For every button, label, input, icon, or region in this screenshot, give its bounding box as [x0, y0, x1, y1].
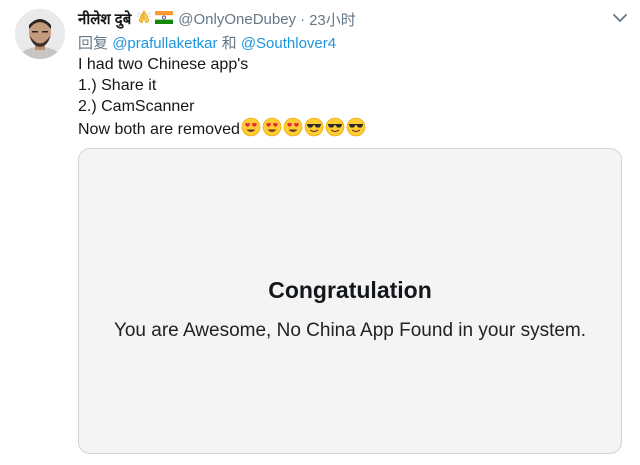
tweet-line: Now both are removed [78, 121, 240, 138]
tweet-text: I had two Chinese app's 1.) Share it 2.)… [78, 54, 366, 143]
reply-context: 回复 @prafullaketkar 和 @Southlover4 [78, 32, 336, 53]
chevron-down-icon [613, 10, 627, 28]
reply-conjunction: 和 [221, 35, 237, 52]
reply-mention-prafullaketkar[interactable]: @prafullaketkar [112, 35, 217, 52]
tweet-line: I had two Chinese app's [78, 56, 249, 73]
heart-eyes-emoji-icon [241, 117, 261, 143]
reply-mention-southlover4[interactable]: @Southlover4 [241, 35, 336, 52]
tweet-header: नीलेश दुबे @OnlyOneDubey · 23小时 [78, 9, 356, 29]
sunglasses-emoji-icon [346, 117, 366, 143]
more-options-button[interactable] [612, 11, 628, 27]
tweet-line-last: Now both are removed [78, 117, 366, 143]
india-flag-icon [155, 10, 174, 28]
card-subtitle: You are Awesome, No China App Found in y… [113, 320, 587, 341]
avatar[interactable] [15, 9, 65, 59]
tweet-timestamp[interactable]: 23小时 [309, 9, 356, 30]
header-separator: · [300, 10, 306, 28]
sunglasses-emoji-icon [304, 117, 324, 143]
card-title: Congratulation [268, 277, 432, 303]
heart-eyes-emoji-icon [262, 117, 282, 143]
author-handle[interactable]: @OnlyOneDubey [178, 11, 296, 28]
heart-eyes-emoji-icon [283, 117, 303, 143]
author-name[interactable]: नीलेश दुबे [78, 9, 131, 29]
reply-prefix: 回复 [78, 35, 109, 52]
folded-hands-icon [136, 9, 152, 29]
sunglasses-emoji-icon [325, 117, 345, 143]
author-flair [136, 9, 174, 29]
tweet-line: 1.) Share it [78, 77, 157, 94]
tweet-line: 2.) CamScanner [78, 98, 195, 115]
emoji-row [241, 117, 366, 143]
attached-image-card[interactable]: Congratulation You are Awesome, No China… [78, 148, 622, 454]
